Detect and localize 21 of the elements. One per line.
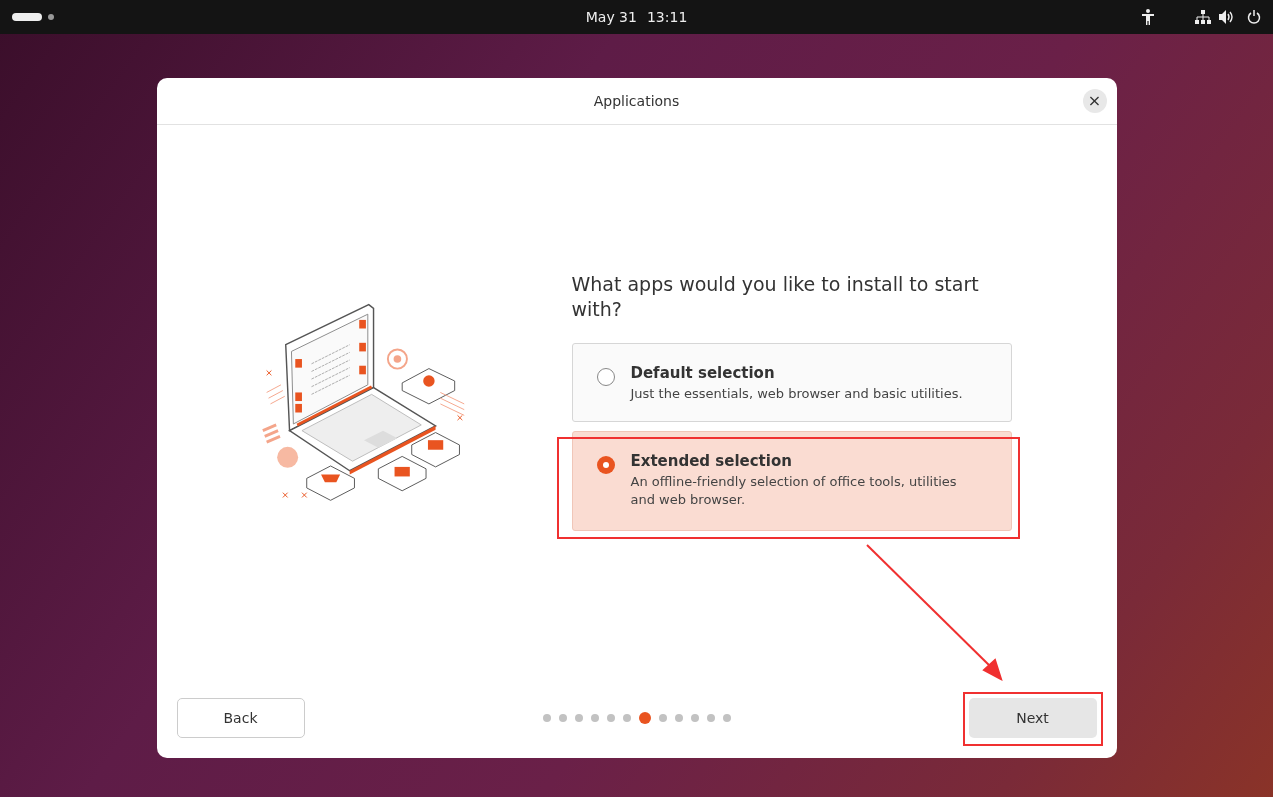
network-icon[interactable] [1195,10,1211,24]
option-description: An offline-friendly selection of office tools, utilities and web browser. [630,473,958,509]
option-description: Just the essentials, web browser and basic utilities. [630,385,963,403]
workspace-dot-icon[interactable] [48,14,54,20]
back-button[interactable]: Back [176,698,305,738]
clock-text[interactable]: 13:11 [646,9,688,25]
next-button[interactable]: Next [968,698,1097,738]
radio-button[interactable] [596,456,615,474]
option-card[interactable]: Default selection Just the essentials, web browser and basic utilities. [571,343,1012,422]
question-heading: What apps would you like to install to start with? [571,272,980,322]
radio-button[interactable] [596,368,615,386]
accessibility-icon[interactable] [1141,9,1155,25]
close-button[interactable]: × [1082,89,1107,113]
option-title: Extended selection [630,452,793,470]
power-icon[interactable] [1247,10,1261,24]
date-text[interactable]: May 31 [585,9,637,25]
dialog-title: Applications [593,93,680,109]
workspace-indicator-icon[interactable] [12,13,42,21]
volume-icon[interactable] [1219,10,1235,24]
option-card[interactable]: Extended selection An offline-friendly selection of office tools, utilities and web browser. [571,431,1012,531]
option-title: Default selection [630,364,776,382]
